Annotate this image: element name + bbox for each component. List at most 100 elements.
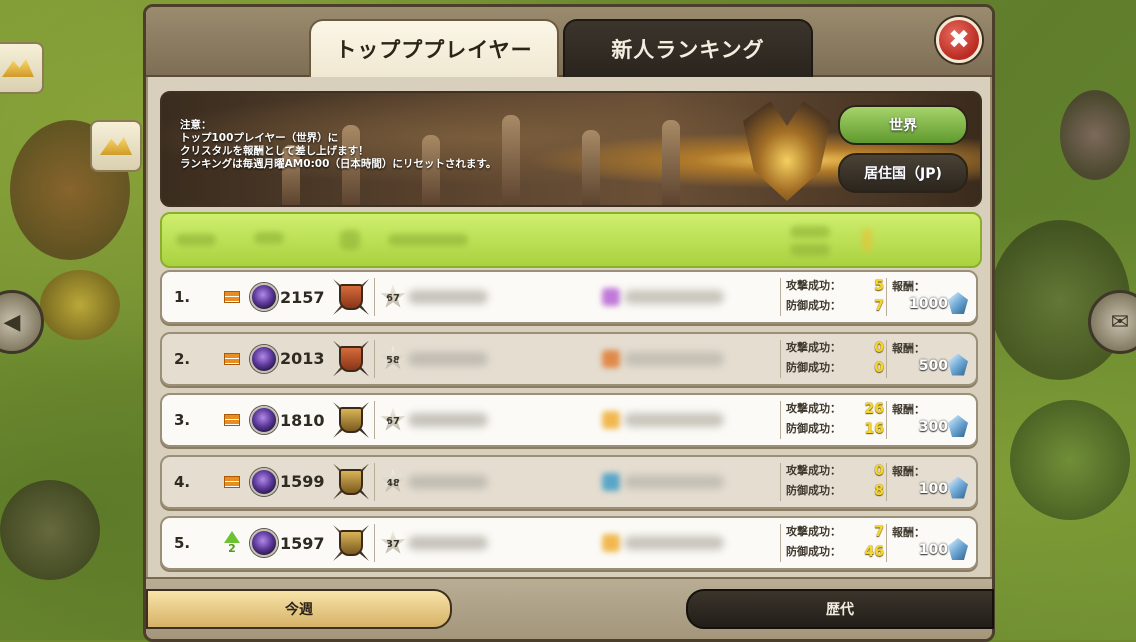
shield-icon xyxy=(339,407,363,433)
level-star-icon: 67 xyxy=(380,284,406,308)
ranking-list[interactable]: 1. 2157 67 攻撃成功： 防御成功： 5 7 報酬： 1000 2. 2013 58 攻撃成功：… xyxy=(160,270,978,575)
divider xyxy=(374,524,375,562)
attack-wins: 7 xyxy=(874,524,884,540)
ranking-banner: 注意： トップ100プレイヤー（世界）に クリスタルを報酬として差し上げます！ … xyxy=(160,91,982,207)
dragon-image xyxy=(743,101,831,201)
resource-bubble[interactable] xyxy=(90,120,142,172)
banner-rock xyxy=(502,115,520,205)
trophy-icon xyxy=(250,283,278,311)
reward-amount: 100 xyxy=(918,480,948,497)
divider xyxy=(780,339,781,378)
no-change-icon xyxy=(224,475,240,488)
blurred-player-name xyxy=(408,290,488,304)
notice-line: トップ100プレイヤー（世界）に xyxy=(180,132,339,144)
clan-badge-icon xyxy=(602,349,620,368)
blurred-clan-name xyxy=(624,290,724,304)
tab-new-ranking[interactable]: 新人ランキング xyxy=(563,19,813,77)
divider xyxy=(780,462,781,501)
trophy-count: 2013 xyxy=(280,349,325,368)
crystal-icon xyxy=(948,476,968,499)
clan-badge-icon xyxy=(602,534,620,552)
bottom-bar: 今週 歴代 xyxy=(146,577,994,639)
ranking-row[interactable]: 3. 1810 67 攻撃成功： 防御成功： 26 16 報酬： 300 xyxy=(160,393,978,447)
divider xyxy=(780,524,781,562)
defense-label: 防御成功： xyxy=(786,360,841,374)
trophy-count: 1810 xyxy=(280,410,325,430)
blurred-clan-name xyxy=(624,351,724,366)
attack-label: 攻撃成功： xyxy=(786,463,841,477)
clan-badge-icon xyxy=(602,472,620,491)
mail-icon: ✉ xyxy=(1110,309,1130,335)
crystal-icon xyxy=(948,538,968,560)
tab-top-players[interactable]: トップププレイヤー xyxy=(309,19,559,77)
attack-wins: 0 xyxy=(874,462,884,479)
notice-line: クリスタルを報酬として差し上げます！ xyxy=(180,145,369,157)
blurred-clan-name xyxy=(624,413,724,427)
defense-wins: 46 xyxy=(864,544,884,560)
gold-icon xyxy=(100,137,132,155)
reward-amount: 300 xyxy=(918,419,948,435)
blurred-league xyxy=(340,230,360,250)
no-change-icon xyxy=(224,352,240,365)
reward-amount: 500 xyxy=(918,357,948,374)
blurred-rank xyxy=(176,234,216,246)
blurred-player-name xyxy=(408,474,488,489)
divider xyxy=(886,401,887,439)
own-ranking-row[interactable] xyxy=(160,212,982,268)
clan-badge-icon xyxy=(602,288,620,306)
defense-label: 防御成功： xyxy=(786,422,841,435)
trophy-icon xyxy=(250,467,278,496)
player-level: 37 xyxy=(386,539,400,550)
divider xyxy=(780,278,781,316)
clan-badge-icon xyxy=(602,411,620,429)
history-button[interactable]: 歴代 xyxy=(686,589,994,629)
blurred-player-name xyxy=(408,351,488,366)
attack-wins: 26 xyxy=(864,401,884,417)
rank-change: 2 xyxy=(228,542,236,555)
trophy-count: 1599 xyxy=(280,472,325,491)
blurred-stats xyxy=(790,244,830,256)
rank-trend xyxy=(224,475,240,488)
divider xyxy=(374,339,375,378)
shield-icon xyxy=(339,530,363,556)
attack-label: 攻撃成功： xyxy=(786,340,841,354)
player-level: 58 xyxy=(386,354,400,366)
trophy-count: 1597 xyxy=(280,533,325,553)
rank-number: 3. xyxy=(174,411,191,429)
ranking-row[interactable]: 2. 2013 58 攻撃成功： 防御成功： 0 0 報酬： 500 xyxy=(160,331,978,386)
shield-icon xyxy=(339,345,363,372)
league-icon xyxy=(332,278,370,316)
banner-rock xyxy=(582,130,600,205)
level-star-icon: 67 xyxy=(380,407,406,431)
ranking-row[interactable]: 4. 1599 48 攻撃成功： 防御成功： 0 8 報酬： 100 xyxy=(160,454,978,509)
notice-line: 注意： xyxy=(180,119,212,131)
rank-number: 1. xyxy=(174,288,191,306)
blurred-stats xyxy=(790,226,830,238)
background-building xyxy=(1010,400,1130,520)
reward-label: 報酬： xyxy=(892,464,925,478)
resource-bubble[interactable] xyxy=(0,42,44,94)
ranking-row[interactable]: 1. 2157 67 攻撃成功： 防御成功： 5 7 報酬： 1000 xyxy=(160,270,978,324)
trophy-count: 2157 xyxy=(280,287,325,307)
residence-button[interactable]: 居住国（JP) xyxy=(838,153,968,193)
blurred-name xyxy=(388,234,468,246)
divider xyxy=(374,462,375,501)
no-change-icon xyxy=(224,291,240,303)
background-decoration xyxy=(1060,90,1130,180)
blurred-values xyxy=(862,228,872,252)
this-week-button[interactable]: 今週 xyxy=(146,589,452,629)
blurred-player-name xyxy=(408,536,488,550)
attack-wins: 0 xyxy=(874,339,884,356)
divider xyxy=(886,524,887,562)
world-button[interactable]: 世界 xyxy=(838,105,968,145)
attack-label: 攻撃成功： xyxy=(786,525,841,538)
divider xyxy=(886,339,887,378)
close-button[interactable]: ✖ xyxy=(936,17,982,63)
crystal-icon xyxy=(948,292,968,314)
no-change-icon xyxy=(224,414,240,426)
reward-label: 報酬： xyxy=(892,526,925,539)
rank-number: 2. xyxy=(174,349,191,368)
trophy-icon xyxy=(250,344,278,373)
ranking-row[interactable]: 5. 2 1597 37 攻撃成功： 防御成功： 7 46 報酬： 100 xyxy=(160,516,978,570)
notice-text: 注意： トップ100プレイヤー（世界）に クリスタルを報酬として差し上げます！ … xyxy=(180,119,496,171)
